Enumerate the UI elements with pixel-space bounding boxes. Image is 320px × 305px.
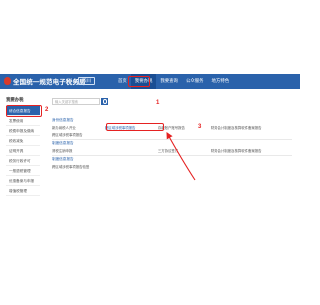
sidebar-item-declaration[interactable]: 税费申报及缴纳 [6, 126, 40, 136]
link-accounting-filing[interactable]: 财务会计制度及核算软件备案报告 [211, 125, 292, 130]
sidebar-item-invoice[interactable]: 发票使用 [6, 116, 40, 126]
annotation-box-target-link [106, 123, 164, 131]
nav-query[interactable]: 我要查询 [156, 74, 182, 89]
sidebar-item-refund[interactable]: 一般退税管理 [6, 166, 40, 176]
link-tripartite-agreement[interactable]: 三方协议签订 [158, 148, 211, 153]
search-icon[interactable] [101, 98, 108, 105]
search-input[interactable]: 输入关键字搜索 [52, 98, 100, 105]
annotation-number-2: 2 [45, 107, 49, 113]
sidebar-item-certificate[interactable]: 证明开具 [6, 146, 40, 156]
annotation-box-nav [128, 76, 150, 87]
table-row: 跨区域涉税事项报告 [52, 131, 292, 138]
main-content: 身份信息报告 新办纳税人开业 跨区域涉税事项报告 存款账户账号报告 财务会计制度… [52, 118, 292, 170]
section-divider [52, 139, 292, 140]
table-row: 清税注销申报 三方协议签订 财务会计制度及核算软件备案报告 [52, 147, 292, 154]
nav-public-service[interactable]: 公众服务 [182, 74, 208, 89]
nav-local-features[interactable]: 地方特色 [208, 74, 234, 89]
link-cross-region-verify[interactable]: 跨区域涉税事项报告验登 [52, 164, 138, 169]
sidebar-item-tax-relief[interactable]: 税收减免 [6, 136, 40, 146]
link-deregistration[interactable]: 清税注销申报 [52, 148, 105, 153]
site-title: 全国统一规范电子税务局 [13, 78, 86, 86]
region-selector[interactable]: 四川 [78, 77, 96, 85]
link-accounting-filing-2[interactable]: 财务会计制度及核算软件备案报告 [211, 148, 292, 153]
top-header: 全国统一规范电子税务局 四川 首页 我要办税 我要查询 公众服务 地方特色 [0, 74, 300, 89]
table-row: 新办纳税人开业 跨区域涉税事项报告 存款账户账号报告 财务会计制度及核算软件备案… [52, 124, 292, 131]
annotation-number-3: 3 [198, 124, 202, 130]
annotation-number-1: 1 [156, 100, 160, 106]
annotation-box-sidebar [6, 105, 42, 117]
sidebar-item-vat[interactable]: 增值税管理 [6, 186, 40, 196]
sidebar-item-preferential[interactable]: 优惠备案与申报 [6, 176, 40, 186]
tax-logo-icon [4, 77, 11, 85]
section-divider [52, 155, 292, 156]
table-row: 跨区域涉税事项报告验登 [52, 163, 292, 170]
sidebar-item-license[interactable]: 税务行政许可 [6, 156, 40, 166]
link-cross-region-2[interactable]: 跨区域涉税事项报告 [52, 132, 108, 137]
link-new-taxpayer[interactable]: 新办纳税人开业 [52, 125, 105, 130]
link-bank-account[interactable]: 存款账户账号报告 [158, 125, 211, 130]
